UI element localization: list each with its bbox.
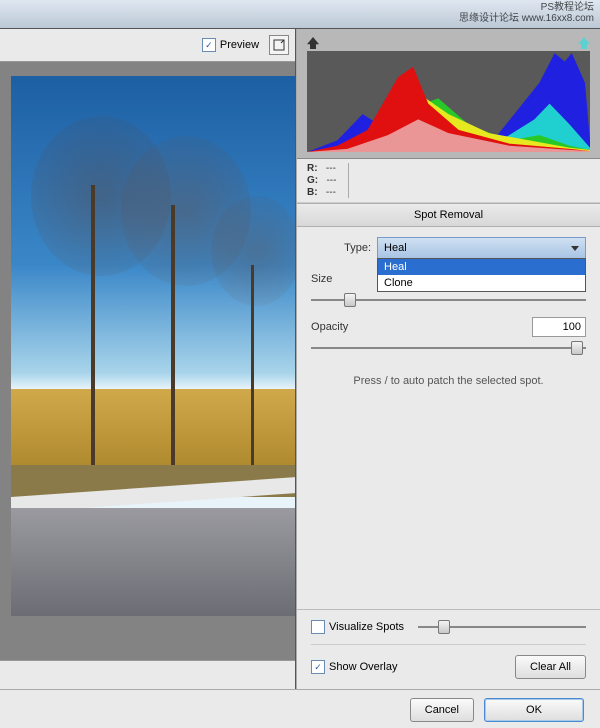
histogram[interactable] <box>297 29 600 159</box>
clear-all-button[interactable]: Clear All <box>515 655 586 679</box>
opacity-label: Opacity <box>311 321 361 333</box>
show-overlay-label: Show Overlay <box>329 661 397 673</box>
opacity-input[interactable]: 100 <box>532 317 586 337</box>
type-dropdown[interactable]: Heal Heal Clone <box>377 237 586 259</box>
preview-image-area[interactable] <box>0 76 295 660</box>
highlight-clip-icon[interactable] <box>578 37 590 49</box>
size-label: Size <box>311 273 351 285</box>
watermark: PS教程论坛 思缘设计论坛 www.16xx8.com <box>459 2 594 24</box>
check-icon: ✓ <box>202 38 216 52</box>
type-option-clone[interactable]: Clone <box>378 275 585 291</box>
opacity-slider[interactable] <box>311 341 586 355</box>
preview-footer <box>0 660 295 689</box>
fullscreen-toggle-icon[interactable] <box>269 35 289 55</box>
preview-image <box>11 76 295 616</box>
window-titlebar: PS教程论坛 思缘设计论坛 www.16xx8.com <box>0 0 600 29</box>
check-icon: ✓ <box>311 660 325 674</box>
chevron-down-icon <box>571 246 579 251</box>
preview-label: Preview <box>220 39 259 51</box>
ok-button[interactable]: OK <box>484 698 584 722</box>
rgb-readout: R: --- G: --- B: --- <box>297 159 600 203</box>
preview-checkbox[interactable]: ✓ Preview <box>202 38 259 52</box>
type-label: Type: <box>311 242 371 254</box>
preview-toolbar: ✓ Preview <box>0 29 295 62</box>
checkbox-icon: ✓ <box>311 620 325 634</box>
dialog-footer: Cancel OK <box>0 689 600 728</box>
type-dropdown-list: Heal Clone <box>377 258 586 292</box>
preview-panel: ✓ Preview <box>0 29 296 689</box>
histogram-plot <box>307 51 590 152</box>
settings-panel: R: --- G: --- B: --- Spot Removal Type: … <box>296 29 600 689</box>
type-selected: Heal <box>384 242 407 254</box>
type-option-heal[interactable]: Heal <box>378 259 585 275</box>
size-slider[interactable] <box>311 293 586 307</box>
panel-title: Spot Removal <box>297 203 600 227</box>
shadow-clip-icon[interactable] <box>307 37 319 49</box>
visualize-spots-checkbox[interactable]: ✓ Visualize Spots <box>311 620 404 634</box>
cancel-button[interactable]: Cancel <box>410 698 474 722</box>
visualize-spots-slider[interactable] <box>418 620 586 634</box>
visualize-spots-label: Visualize Spots <box>329 621 404 633</box>
hint-text: Press / to auto patch the selected spot. <box>311 375 586 387</box>
show-overlay-checkbox[interactable]: ✓ Show Overlay <box>311 660 397 674</box>
